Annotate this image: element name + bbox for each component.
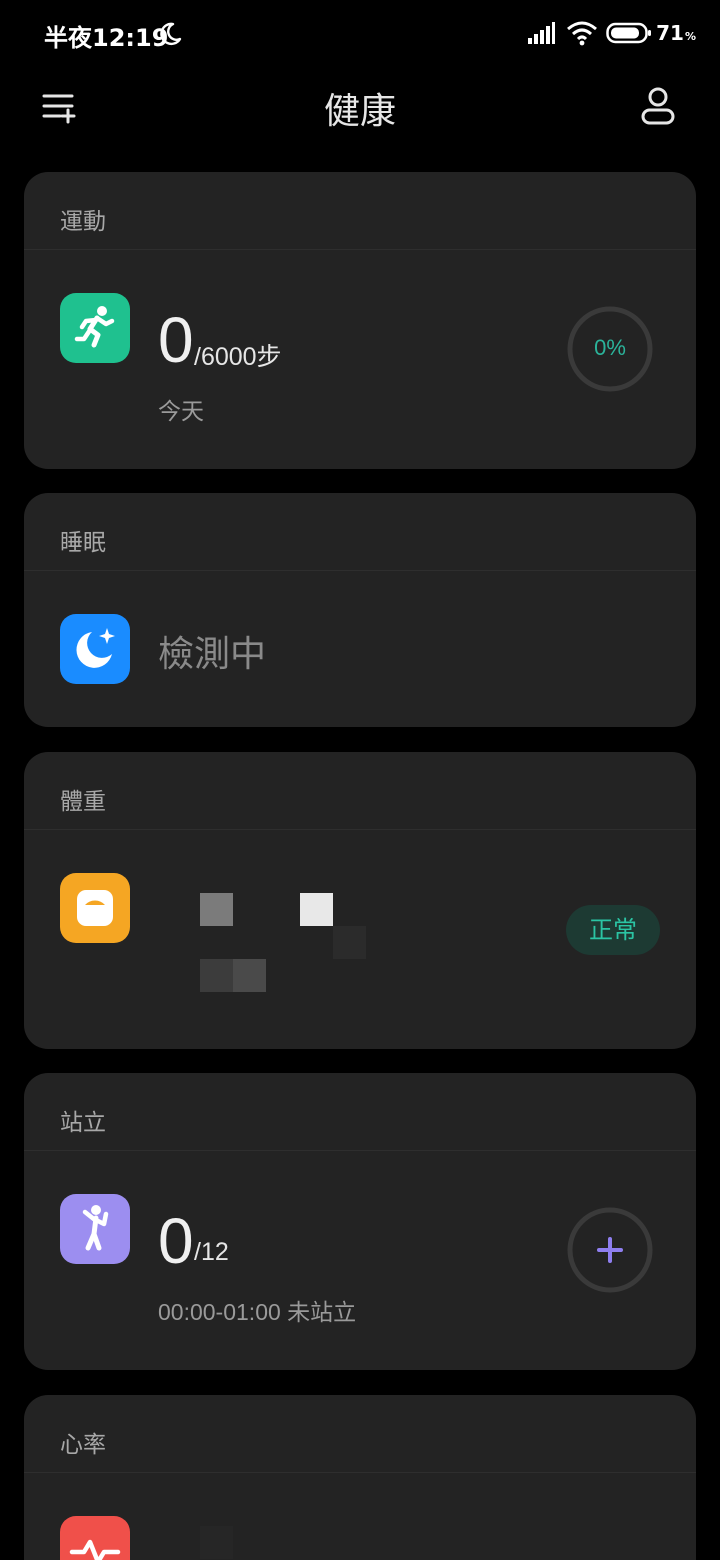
page-title: 健康 [323,91,396,132]
stand-card[interactable]: 站立 0 /12 00:00-01:00 未站立 [24,1073,696,1370]
profile-icon[interactable] [640,86,676,126]
sleep-moon-icon [60,614,130,684]
card-title: 睡眠 [60,530,106,556]
weight-status-badge: 正常 [566,905,660,955]
divider [24,249,696,250]
card-title: 心率 [60,1432,106,1458]
running-icon [60,293,130,363]
battery-icon [606,22,652,44]
period-label: 今天 [158,398,204,424]
add-stand-button[interactable] [566,1206,654,1294]
exercise-card[interactable]: 運動 0 /6000步 今天 0% [24,172,696,469]
status-indicators: 71 % [526,18,696,48]
battery-unit: % [684,29,696,43]
signal-icon [528,22,556,44]
sleep-status: 檢測中 [158,634,267,675]
heart-rate-card[interactable]: 心率 [24,1395,696,1560]
card-title: 體重 [60,789,106,815]
status-bar: 半夜12:19 71 % [0,0,720,66]
divider [24,829,696,830]
scale-icon [60,873,130,943]
wifi-icon [567,21,598,46]
standing-person-icon [60,1194,130,1264]
step-count: 0 [158,304,194,376]
card-title: 運動 [60,209,106,235]
stand-detail: 00:00-01:00 未站立 [158,1299,357,1325]
stand-count: 0 [158,1205,194,1277]
divider [24,570,696,571]
moon-icon [160,22,182,46]
app-header: 健康 [0,66,720,156]
heart-rate-icon [60,1516,130,1560]
sleep-card[interactable]: 睡眠 檢測中 [24,493,696,727]
status-time: 半夜12:19 [44,24,169,52]
card-title: 站立 [60,1110,106,1136]
stand-goal: /12 [194,1238,229,1266]
weight-card[interactable]: 體重 正常 [24,752,696,1049]
divider [24,1472,696,1473]
progress-percent: 0% [594,335,626,360]
divider [24,1150,696,1151]
battery-level: 71 [656,21,684,45]
step-goal: /6000步 [194,343,282,371]
health-screen: 半夜12:19 71 % 健康 運動 0 /6000步 今天 0% 睡眠 檢測中… [0,0,720,1560]
step-progress-ring: 0% [566,305,654,393]
